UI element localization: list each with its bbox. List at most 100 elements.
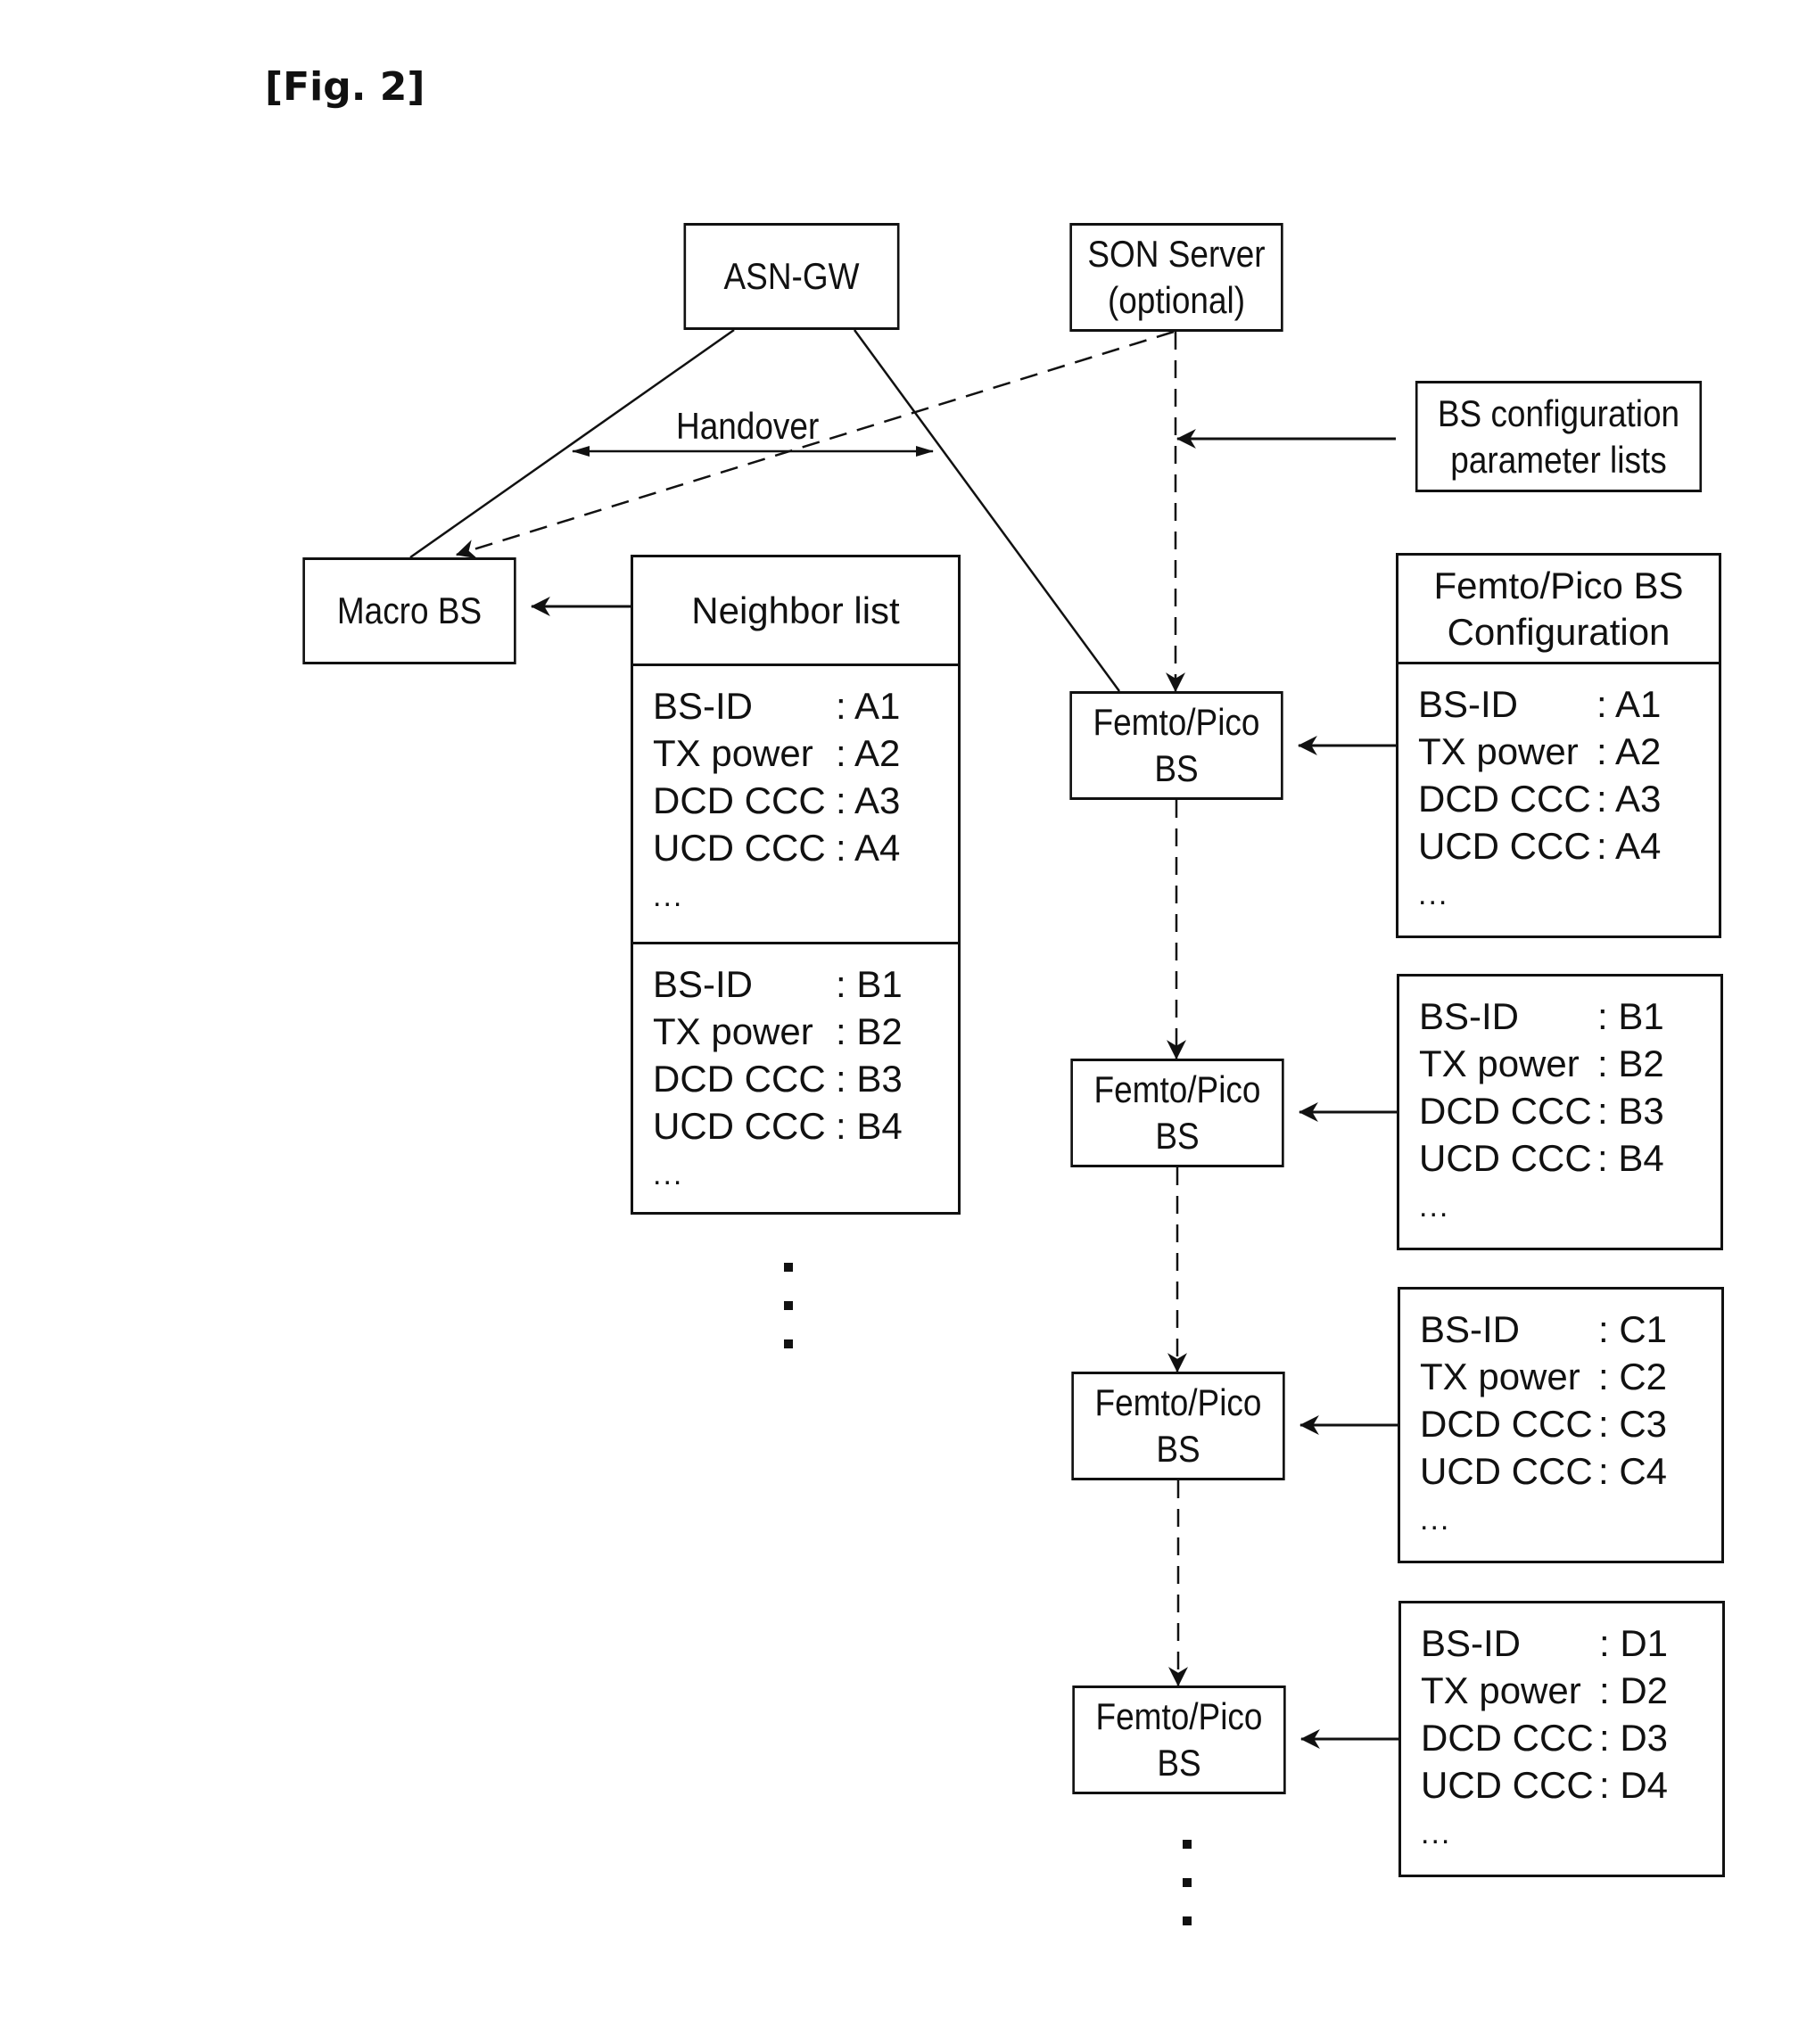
param-key: TX power [1421,1669,1581,1711]
continuation-dot [1183,1840,1192,1849]
son-server-label: SON Server [1087,233,1266,275]
param-key: DCD CCC [653,779,826,821]
asn-gw-node: ASN-GW [683,223,900,330]
param-value: : B4 [836,1105,903,1147]
entry-row: DCD CCC: D3 [1421,1714,1722,1761]
param-value: : A4 [1596,825,1662,867]
femto-config-header: Femto/Pico BS Configuration [1398,556,1719,664]
femto-bs-node-2: Femto/Pico BS [1070,1059,1284,1167]
param-value: : A3 [836,779,901,821]
more-ellipsis: ... [653,879,684,913]
entry-row: BS-ID : B1 [653,960,958,1008]
son-server-node: SON Server (optional) [1069,223,1283,332]
param-key: BS-ID [653,685,754,727]
femto-bs-sublabel: BS [1155,1115,1200,1157]
param-value: : D4 [1599,1764,1669,1806]
param-value: : C1 [1598,1308,1668,1350]
femto-config-title-2: Configuration [1447,610,1671,653]
entry-row: BS-ID : A1 [1418,680,1719,728]
param-key: UCD CCC [1420,1450,1593,1492]
param-value: : A1 [836,685,901,727]
neighbor-list-header: Neighbor list [633,557,958,666]
param-value: : C3 [1598,1403,1668,1445]
entry-row: DCD CCC: B3 [1419,1087,1720,1134]
entry-row: BS-ID : A1 [653,682,958,729]
neighbor-entry: BS-ID : A1 TX power: A2 DCD CCC: A3 UCD C… [633,666,958,942]
param-key: DCD CCC [1418,778,1591,820]
param-key: DCD CCC [1420,1403,1593,1445]
param-key: DCD CCC [1421,1717,1594,1759]
entry-row: UCD CCC: B4 [653,1102,958,1150]
config-entry: BS-ID: A1 TX power: A2 DCD CCC: A3 UCD C… [1398,664,1719,912]
param-value: : B3 [1597,1090,1664,1132]
femto-bs-label: Femto/Pico [1093,1068,1261,1110]
param-value: : D3 [1599,1717,1669,1759]
handover-label: Handover [676,405,820,447]
continuation-dot [784,1263,793,1272]
entry-row: DCD CCC: C3 [1420,1400,1721,1447]
param-value: : D1 [1599,1622,1669,1664]
param-value: : C4 [1598,1450,1668,1492]
more-ellipsis: ... [1421,1817,1452,1850]
femto-bs-sublabel: BS [1157,1742,1201,1784]
more-ellipsis: ... [653,1158,684,1191]
param-key: TX power [1418,730,1579,772]
son-server-sublabel: (optional) [1107,279,1246,321]
param-key: BS-ID [1420,1308,1521,1350]
femto-bs-node-3: Femto/Pico BS [1071,1372,1285,1480]
continuation-dot [784,1301,793,1310]
femto-config-box-b: BS-ID : B1 TX power : B2 DCD CCC: B3 UCD C… [1397,974,1723,1250]
param-value: : B1 [836,963,903,1005]
entry-row: TX power: A2 [653,729,958,777]
neighbor-entry: BS-ID : B1 TX power : B2 DCD CCC: B3 UCD C… [633,942,958,1212]
entry-row: UCD CCC: A4 [653,824,958,871]
param-value: : A1 [1596,683,1662,725]
param-key: BS-ID [653,963,754,1005]
param-value: : A2 [836,732,901,774]
param-value: : A2 [1596,730,1662,772]
more-ellipsis: ... [1420,1503,1451,1537]
femto-config-box-d: BS-ID: D1 TX power : D2 DCD CCC: D3 UCD C… [1398,1601,1725,1877]
femto-config-title-1: Femto/Pico BS [1433,564,1684,606]
femto-bs-node-1: Femto/Pico BS [1069,691,1283,800]
more-ellipsis: ... [1418,878,1449,911]
config-entry: BS-ID : B1 TX power : B2 DCD CCC: B3 UCD C… [1399,977,1720,1224]
femto-config-box-a: Femto/Pico BS Configuration BS-ID : A1 TX… [1396,553,1721,938]
param-key: BS-ID [1419,995,1520,1037]
param-key: BS-ID [1418,683,1519,725]
femto-bs-node-4: Femto/Pico BS [1072,1685,1286,1794]
entry-row: UCD CCC: C4 [1420,1447,1721,1495]
more-ellipsis: ... [1419,1190,1450,1224]
bs-config-lists-label-1: BS configuration [1437,391,1680,434]
param-key: UCD CCC [1418,825,1591,867]
femto-bs-label: Femto/Pico [1093,701,1260,743]
param-key: TX power [653,1010,813,1052]
entry-row: DCD CCC: A3 [653,777,958,824]
entry-row: BS-ID: D1 [1421,1620,1722,1667]
param-value: : B2 [1597,1043,1664,1084]
bs-config-lists-label-2: parameter lists [1450,438,1667,481]
param-value: : B1 [1597,995,1664,1037]
entry-row: DCD CCC: B3 [653,1055,958,1102]
param-value: : D2 [1599,1669,1669,1711]
entry-row: BS-ID : C1 [1420,1306,1721,1353]
continuation-dot [1183,1878,1192,1887]
entry-row: TX power : A2 [1418,728,1719,775]
param-value: : B3 [836,1058,903,1100]
neighbor-list: Neighbor list BS-ID: A1 TX power: A2 DCD… [631,555,961,1215]
entry-row: TX power : B2 [653,1008,958,1055]
continuation-dot [1183,1916,1192,1925]
asn-gw-label: ASN-GW [723,255,860,297]
param-value: : C2 [1598,1356,1668,1397]
param-key: UCD CCC [1421,1764,1594,1806]
femto-config-box-c: BS-ID: C1 TX power: C2 DCD CCC: C3 UCD C… [1398,1287,1724,1563]
entry-row: BS-ID : B1 [1419,993,1720,1040]
param-value: : A4 [836,827,901,869]
param-value: : B2 [836,1010,903,1052]
config-entry: BS-ID: C1 TX power: C2 DCD CCC: C3 UCD C… [1400,1290,1721,1537]
param-key: UCD CCC [1419,1137,1592,1179]
entry-row: UCD CCC: A4 [1418,822,1719,870]
femto-bs-sublabel: BS [1154,747,1199,789]
param-key: TX power [1419,1043,1580,1084]
param-key: UCD CCC [653,827,826,869]
